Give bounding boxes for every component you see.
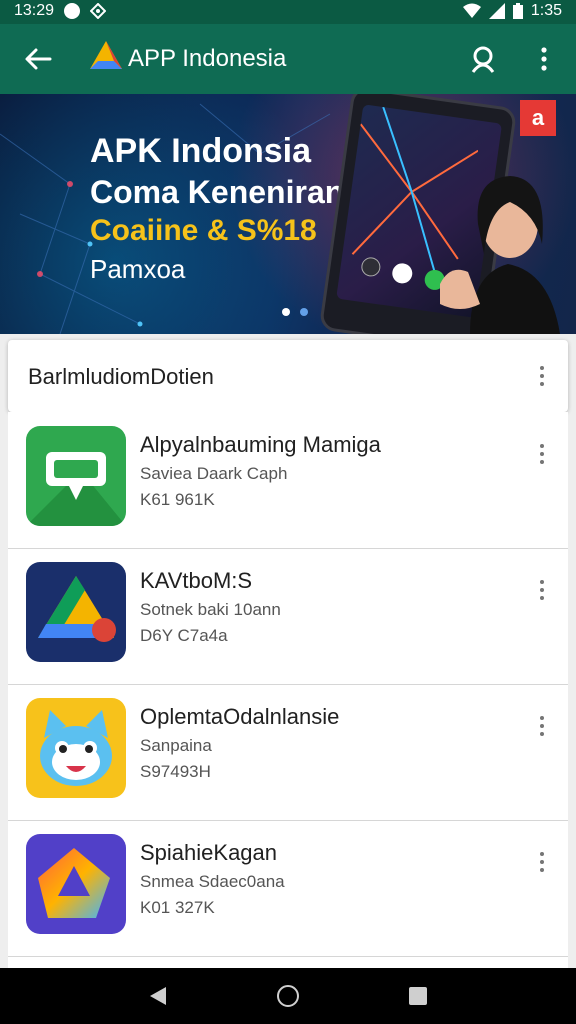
app-developer: Snmea Sdaec0ana — [140, 872, 285, 891]
banner-badge: a — [520, 100, 556, 136]
section-more-icon[interactable] — [538, 366, 546, 386]
pager-dot — [300, 308, 308, 316]
cat-face-icon — [26, 698, 126, 798]
status-bar: 13:29 1:35 — [0, 0, 576, 24]
status-time-right: 1:35 — [530, 2, 562, 19]
list-item[interactable]: Alpyalnbauming Mamiga Saviea Daark Caph … — [8, 412, 568, 549]
list-item[interactable]: SpiahieKagan Snmea Sdaec0ana K01 327K — [8, 820, 568, 957]
section-title: BarlmludiomDotien — [28, 364, 214, 389]
item-more-icon[interactable] — [538, 580, 546, 600]
promo-banner[interactable]: APK Indonsia Coma Kenenirann Coaiine & S… — [0, 94, 576, 334]
banner-headline: APK Indonsia — [90, 132, 312, 170]
app-logo-icon — [90, 41, 122, 69]
item-more-icon[interactable] — [538, 716, 546, 736]
app-name: KAVtboM:S — [140, 568, 253, 593]
banner-caption: Pamxoa — [90, 254, 186, 284]
nav-back-icon[interactable] — [148, 986, 168, 1006]
app-name: SpiahieKagan — [140, 840, 278, 865]
app-size: K01 327K — [140, 898, 215, 917]
list-item[interactable]: OplemtaOdalnlansie Sanpaina S97493H — [8, 684, 568, 821]
banner-subheadline: Coma Kenenirann — [90, 174, 364, 210]
back-arrow-icon[interactable] — [22, 44, 54, 74]
item-more-icon[interactable] — [538, 444, 546, 464]
app-size: S97493H — [140, 762, 211, 781]
list-item[interactable]: KAVtboM:S Sotnek baki 10ann D6Y C7a4a — [8, 548, 568, 685]
battery-icon — [512, 3, 523, 19]
map-pin-icon — [26, 426, 126, 526]
nav-recents-icon[interactable] — [408, 986, 428, 1006]
pager-dot-active — [282, 308, 290, 316]
gradient-triangle-icon — [26, 834, 126, 934]
notification-icon — [64, 3, 81, 19]
signal-icon — [488, 3, 505, 19]
app-bar: APP Indonesia — [0, 24, 576, 94]
app-developer: Saviea Daark Caph — [140, 464, 288, 483]
item-more-icon[interactable] — [538, 852, 546, 872]
app-name: Alpyalnbauming Mamiga — [140, 432, 381, 457]
nav-home-icon[interactable] — [276, 984, 300, 1008]
banner-pager — [282, 308, 308, 316]
app-title: APP Indonesia — [128, 45, 287, 72]
wifi-icon — [462, 3, 481, 18]
location-icon — [90, 3, 107, 19]
app-size: D6Y C7a4a — [140, 626, 228, 645]
system-nav-bar — [0, 968, 576, 1024]
status-time-left: 13:29 — [14, 2, 55, 19]
app-size: K61 961K — [140, 490, 215, 509]
app-developer: Sotnek baki 10ann — [140, 600, 281, 619]
woman-illustration — [440, 176, 560, 334]
search-icon[interactable] — [468, 44, 498, 74]
banner-tagline: Coaiine & S%18 — [90, 214, 317, 247]
app-list: Alpyalnbauming Mamiga Saviea Daark Caph … — [8, 412, 568, 968]
drive-triangle-icon — [26, 562, 126, 662]
more-options-icon[interactable] — [532, 44, 556, 74]
app-name: OplemtaOdalnlansie — [140, 704, 340, 729]
app-developer: Sanpaina — [140, 736, 212, 755]
section-header[interactable]: BarlmludiomDotien — [8, 340, 568, 412]
